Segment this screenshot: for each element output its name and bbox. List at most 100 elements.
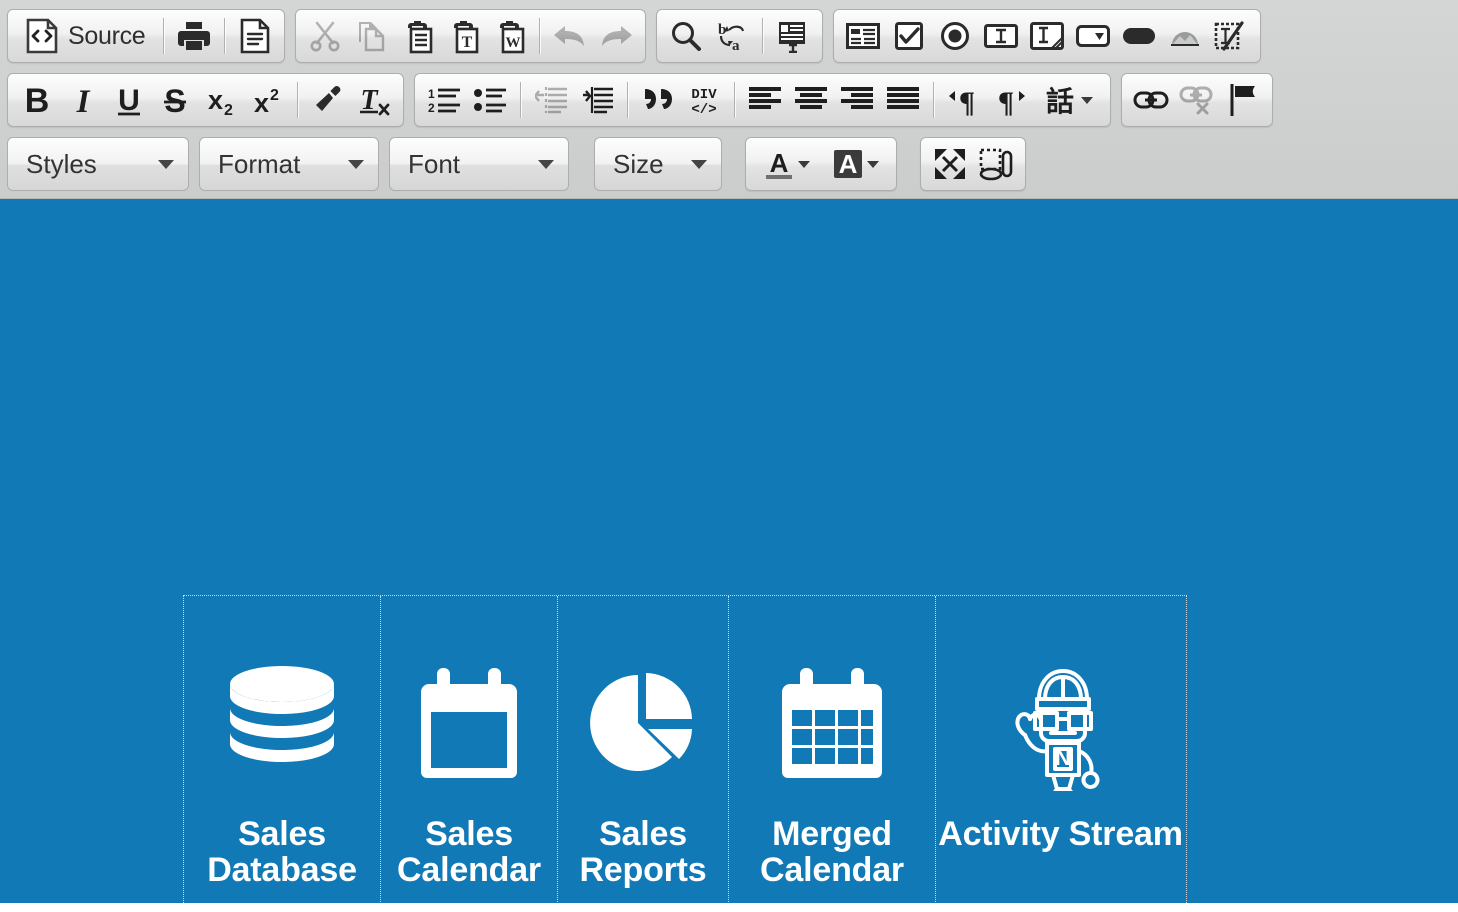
- svg-text:x: x: [208, 85, 223, 115]
- format-combo[interactable]: Format: [199, 137, 379, 191]
- svg-text:A: A: [770, 148, 789, 178]
- anchor-button[interactable]: [1220, 77, 1266, 123]
- align-center-button[interactable]: [788, 77, 834, 123]
- cut-button[interactable]: [302, 13, 348, 59]
- separator: [539, 18, 541, 54]
- source-code-icon: [25, 18, 59, 54]
- div-container-button[interactable]: DIV </>: [681, 77, 727, 123]
- unlink-button[interactable]: [1174, 77, 1220, 123]
- remove-format-button[interactable]: T: [351, 77, 397, 123]
- image-button-button[interactable]: [1162, 13, 1208, 59]
- svg-text:2: 2: [224, 102, 233, 117]
- tile-label: Sales Reports: [579, 816, 706, 889]
- decrease-indent-button[interactable]: [528, 77, 574, 123]
- align-left-button[interactable]: [742, 77, 788, 123]
- tile-sales-calendar[interactable]: Sales Calendar: [381, 596, 558, 903]
- underline-button[interactable]: U: [106, 77, 152, 123]
- tile-sales-database[interactable]: Sales Database: [184, 596, 381, 903]
- tools-group: [920, 137, 1026, 191]
- ltr-button[interactable]: ¶: [941, 77, 987, 123]
- tile-sales-reports[interactable]: Sales Reports: [558, 596, 729, 903]
- svg-text:DIV: DIV: [691, 87, 717, 103]
- find-button[interactable]: [663, 13, 709, 59]
- editing-area[interactable]: Sales Database Sales Calendar Sales Repo…: [0, 199, 1458, 903]
- numbered-list-button[interactable]: 12: [421, 77, 467, 123]
- background-color-button[interactable]: A: [821, 141, 890, 187]
- subscript-button[interactable]: x2: [198, 77, 244, 123]
- size-combo-label: Size: [613, 148, 664, 179]
- print-button[interactable]: [171, 13, 217, 59]
- paste-as-text-button[interactable]: T: [440, 13, 486, 59]
- svg-text:¶: ¶: [959, 86, 975, 116]
- select-field-button[interactable]: [1070, 13, 1116, 59]
- hidden-field-button[interactable]: [1208, 13, 1254, 59]
- svg-text:N: N: [1055, 745, 1071, 770]
- italic-button[interactable]: I: [60, 77, 106, 123]
- source-button[interactable]: Source: [14, 13, 156, 59]
- paste-word-icon: W: [493, 19, 526, 54]
- superscript-button[interactable]: x2: [244, 77, 290, 123]
- toolbar-row-1: Source T W b a: [2, 4, 1456, 68]
- size-combo[interactable]: Size: [594, 137, 722, 191]
- form-button[interactable]: [840, 13, 886, 59]
- set-language-button[interactable]: 話: [1033, 77, 1104, 123]
- text-color-button[interactable]: A: [752, 141, 821, 187]
- replace-button[interactable]: ba: [709, 13, 755, 59]
- forms-group: [833, 9, 1262, 63]
- push-button-button[interactable]: [1116, 13, 1162, 59]
- toolbar-row-3: Styles Format Font Size A A: [2, 132, 1456, 196]
- svg-text:S: S: [164, 83, 185, 117]
- strikethrough-button[interactable]: S: [152, 77, 198, 123]
- copy-formatting-button[interactable]: [305, 77, 351, 123]
- tile-merged-calendar[interactable]: Merged Calendar: [729, 596, 936, 903]
- paste-button[interactable]: [394, 13, 440, 59]
- textarea-button[interactable]: [1024, 13, 1070, 59]
- link-button[interactable]: [1128, 77, 1174, 123]
- bulleted-list-button[interactable]: [467, 77, 513, 123]
- show-blocks-icon: [979, 147, 1013, 181]
- tile-label: Sales Calendar: [397, 816, 541, 889]
- align-right-button[interactable]: [834, 77, 880, 123]
- justify-button[interactable]: [880, 77, 926, 123]
- select-dropdown-icon: [1076, 25, 1111, 47]
- bold-icon: B: [24, 83, 50, 117]
- svg-text:W: W: [505, 35, 520, 51]
- radio-button-button[interactable]: [932, 13, 978, 59]
- cut-scissors-icon: [309, 20, 341, 52]
- tile-label: Activity Stream: [938, 816, 1183, 853]
- separator: [224, 18, 226, 54]
- undo-button[interactable]: [547, 13, 593, 59]
- font-combo[interactable]: Font: [389, 137, 569, 191]
- text-field-icon: [984, 24, 1019, 48]
- copy-button[interactable]: [348, 13, 394, 59]
- bold-button[interactable]: B: [14, 77, 60, 123]
- paste-from-word-button[interactable]: W: [486, 13, 532, 59]
- svg-text:U: U: [118, 84, 140, 117]
- subscript-icon: x2: [205, 83, 237, 117]
- redo-button[interactable]: [593, 13, 639, 59]
- basic-styles-group: B I U S x2 x2 T: [7, 73, 404, 127]
- chevron-down-icon: [1081, 96, 1093, 104]
- svg-text:x: x: [254, 88, 269, 117]
- tile-label: Merged Calendar: [760, 816, 904, 889]
- templates-button[interactable]: [232, 13, 278, 59]
- increase-indent-button[interactable]: [574, 77, 620, 123]
- text-field-button[interactable]: [978, 13, 1024, 59]
- blockquote-icon: [642, 86, 674, 114]
- rtl-button[interactable]: ¶: [987, 77, 1033, 123]
- checkbox-button[interactable]: [886, 13, 932, 59]
- tile-activity-stream[interactable]: N Activity Stream: [936, 596, 1185, 903]
- remove-format-icon: T: [358, 83, 390, 117]
- styles-combo[interactable]: Styles: [7, 137, 189, 191]
- blockquote-button[interactable]: [635, 77, 681, 123]
- editor-toolbar: Source T W b a B I U S x 2 x 2 T 1 2 DIV…: [0, 0, 1458, 199]
- maximize-button[interactable]: [927, 141, 973, 187]
- align-left-icon: [749, 87, 781, 113]
- show-blocks-button[interactable]: [973, 141, 1019, 187]
- select-all-button[interactable]: [770, 13, 816, 59]
- svg-text:話: 話: [1046, 85, 1074, 116]
- outdent-icon: [535, 86, 567, 114]
- document-group: Source: [7, 9, 286, 63]
- separator: [734, 82, 735, 118]
- unlink-icon: [1179, 85, 1215, 115]
